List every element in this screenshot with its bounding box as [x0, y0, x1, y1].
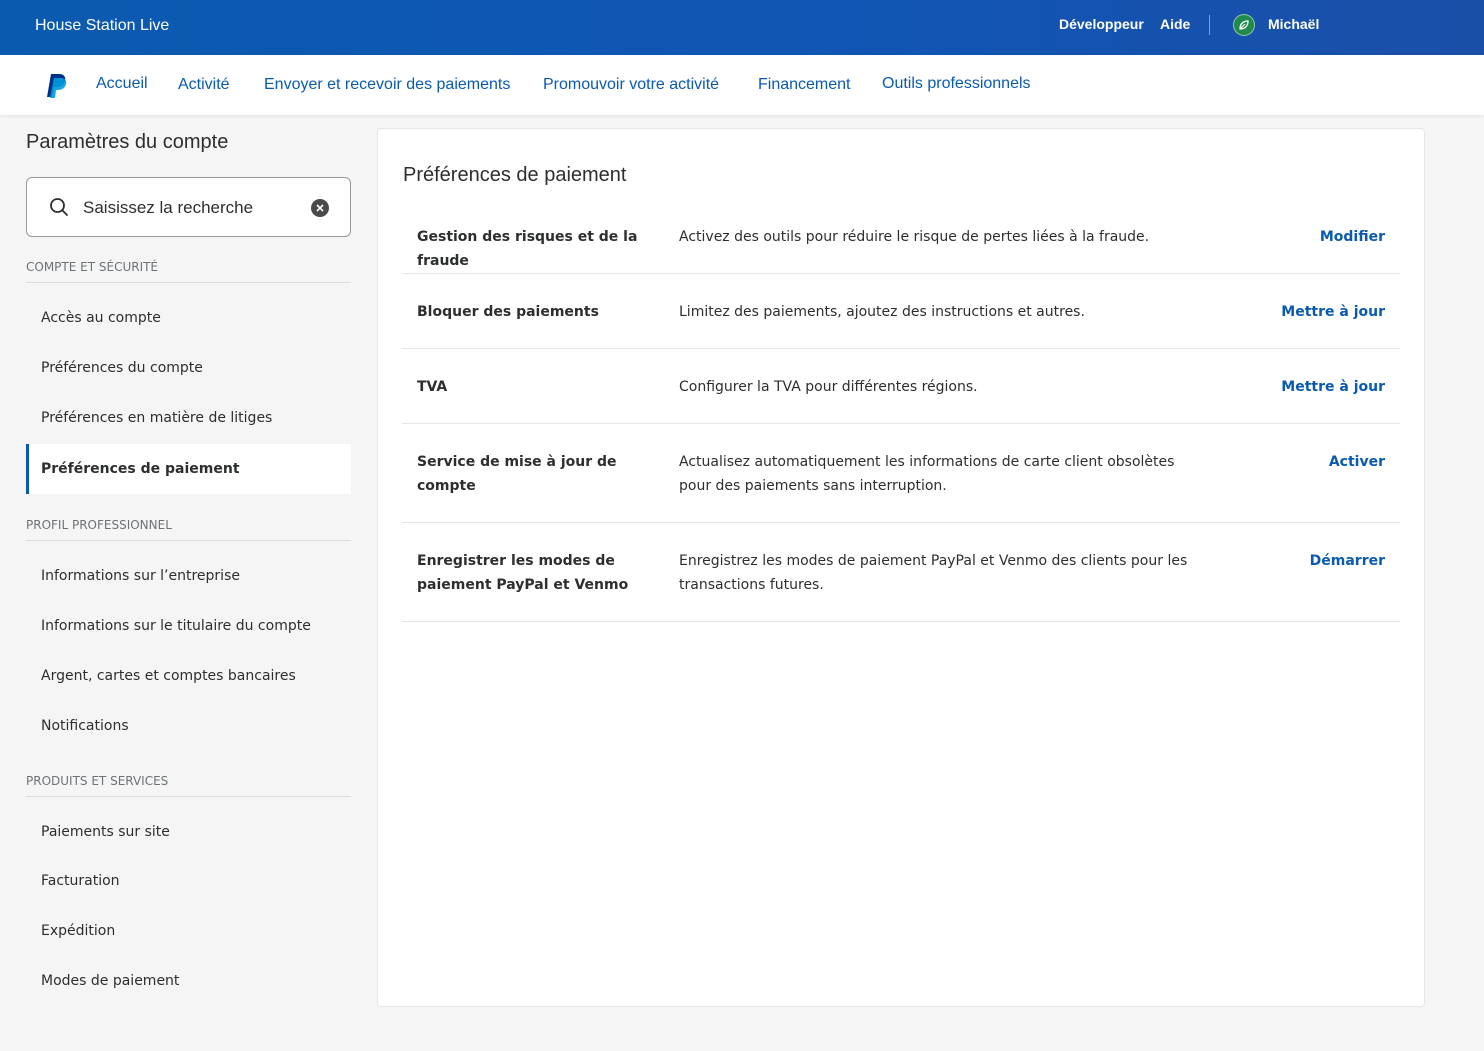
sidebar-item-acces-compte[interactable]: Accès au compte	[26, 293, 351, 343]
leaf-icon	[1239, 20, 1249, 30]
nav-financement[interactable]: Financement	[758, 76, 851, 94]
avatar[interactable]	[1233, 14, 1255, 36]
settings-row-bloquer: Bloquer des paiements Limitez des paieme…	[402, 274, 1400, 349]
row-name: Gestion des risques et de la fraude	[417, 229, 638, 269]
sidebar-item-label: Préférences du compte	[41, 360, 203, 376]
main-nav: Accueil Activité Envoyer et recevoir des…	[0, 55, 1484, 115]
page-title: Préférences de paiement	[403, 164, 627, 186]
section-divider	[26, 282, 351, 283]
sidebar-item-notifications[interactable]: Notifications	[26, 701, 351, 751]
mettre-a-jour-button[interactable]: Mettre à jour	[1281, 375, 1385, 399]
row-name: Service de mise à jour de compte	[417, 454, 617, 494]
sidebar-item-preferences-litiges[interactable]: Préférences en matière de litiges	[26, 393, 351, 443]
sidebar-title: Paramètres du compte	[26, 131, 229, 153]
sidebar-item-facturation[interactable]: Facturation	[26, 856, 351, 906]
row-description: Limitez des paiements, ajoutez des instr…	[679, 304, 1085, 320]
demarrer-button[interactable]: Démarrer	[1310, 549, 1385, 573]
settings-row-mise-a-jour-compte: Service de mise à jour de compte Actuali…	[402, 424, 1400, 523]
sidebar-item-paiements-site[interactable]: Paiements sur site	[26, 807, 351, 857]
sidebar-item-expedition[interactable]: Expédition	[26, 906, 351, 956]
row-name: Bloquer des paiements	[417, 304, 599, 320]
nav-activite[interactable]: Activité	[178, 76, 230, 94]
row-description: Activez des outils pour réduire le risqu…	[679, 229, 1150, 245]
nav-envoyer-recevoir[interactable]: Envoyer et recevoir des paiements	[264, 76, 510, 94]
clear-search-button[interactable]	[311, 199, 329, 217]
paypal-logo-icon[interactable]	[44, 73, 68, 99]
settings-row-tva: TVA Configurer la TVA pour différentes r…	[402, 349, 1400, 424]
sidebar-item-titulaire-compte[interactable]: Informations sur le titulaire du compte	[26, 601, 351, 651]
payment-preferences-card: Préférences de paiement Gestion des risq…	[377, 128, 1425, 1007]
row-name: TVA	[417, 379, 448, 395]
sidebar-item-informations-entreprise[interactable]: Informations sur l’entreprise	[26, 551, 351, 601]
sidebar-item-preferences-paiement[interactable]: Préférences de paiement	[26, 444, 351, 494]
help-link[interactable]: Aide	[1160, 16, 1190, 32]
activer-button[interactable]: Activer	[1329, 450, 1385, 474]
sidebar-item-label: Informations sur le titulaire du compte	[41, 618, 311, 634]
sidebar-item-label: Accès au compte	[41, 310, 161, 326]
section-label-profil-professionnel: PROFIL PROFESSIONNEL	[26, 518, 172, 532]
sidebar-item-label: Notifications	[41, 718, 129, 734]
row-description: Enregistrez les modes de paiement PayPal…	[679, 553, 1188, 593]
sidebar-item-label: Informations sur l’entreprise	[41, 568, 240, 584]
sidebar-item-label: Argent, cartes et comptes bancaires	[41, 668, 296, 684]
search-input[interactable]	[83, 196, 303, 220]
business-name: House Station Live	[35, 17, 170, 34]
sidebar-item-argent-cartes[interactable]: Argent, cartes et comptes bancaires	[26, 651, 351, 701]
sidebar-item-label: Modes de paiement	[41, 973, 180, 989]
sidebar-item-preferences-compte[interactable]: Préférences du compte	[26, 343, 351, 393]
user-name[interactable]: Michaël	[1268, 16, 1319, 32]
settings-row-fraude: Gestion des risques et de la fraude Acti…	[402, 214, 1400, 274]
search-icon	[50, 198, 68, 216]
nav-promouvoir[interactable]: Promouvoir votre activité	[543, 76, 719, 94]
sidebar-item-label: Facturation	[41, 873, 120, 889]
mettre-a-jour-button[interactable]: Mettre à jour	[1281, 300, 1385, 324]
nav-accueil[interactable]: Accueil	[96, 75, 148, 93]
sidebar-item-label: Préférences en matière de litiges	[41, 410, 273, 426]
row-description: Configurer la TVA pour différentes régio…	[679, 379, 978, 395]
sidebar-item-label: Préférences de paiement	[41, 461, 240, 477]
topbar-divider	[1209, 15, 1210, 35]
sidebar-item-label: Paiements sur site	[41, 824, 170, 840]
row-description: Actualisez automatiquement les informati…	[679, 454, 1175, 494]
section-divider	[26, 540, 351, 541]
section-divider	[26, 796, 351, 797]
search-box	[26, 177, 351, 237]
settings-row-paypal-venmo: Enregistrer les modes de paiement PayPal…	[402, 523, 1400, 622]
close-icon	[316, 204, 324, 212]
developer-link[interactable]: Développeur	[1059, 16, 1144, 32]
sidebar-item-label: Expédition	[41, 923, 116, 939]
section-label-produits-services: PRODUITS ET SERVICES	[26, 774, 169, 788]
sidebar-item-modes-paiement[interactable]: Modes de paiement	[26, 956, 351, 1006]
nav-outils-professionnels[interactable]: Outils professionnels	[882, 75, 1031, 93]
top-bar: House Station Live Développeur Aide Mich…	[0, 0, 1484, 55]
modifier-button[interactable]: Modifier	[1320, 225, 1385, 249]
row-name: Enregistrer les modes de paiement PayPal…	[417, 553, 629, 593]
section-label-compte-securite: COMPTE ET SÉCURITÉ	[26, 260, 159, 274]
